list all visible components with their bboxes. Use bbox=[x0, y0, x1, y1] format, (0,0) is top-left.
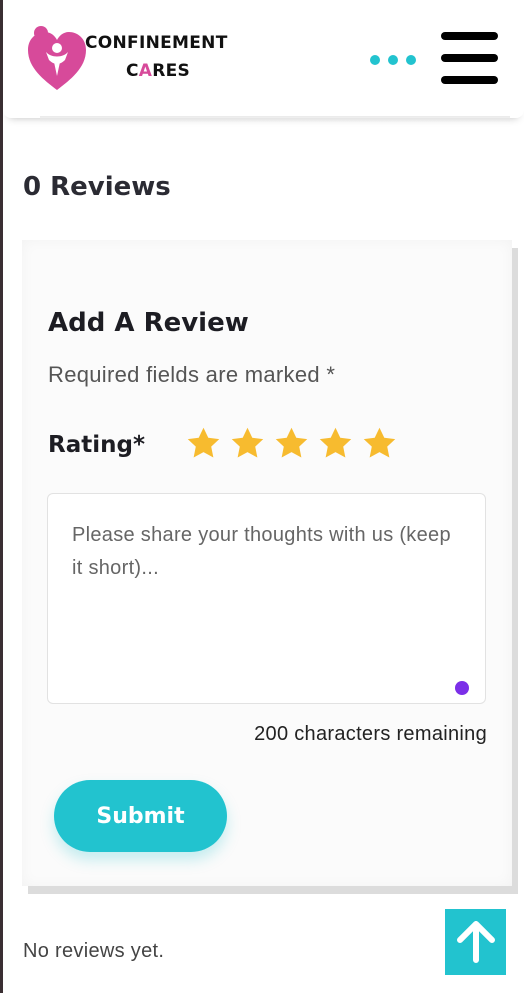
brand-line-2: CARES bbox=[126, 61, 191, 81]
star-icon[interactable] bbox=[185, 425, 222, 462]
rating-label: Rating* bbox=[48, 432, 145, 458]
page-left-edge bbox=[0, 0, 3, 993]
brand-line-1: CONFINEMENT bbox=[85, 33, 228, 53]
add-review-title: Add A Review bbox=[48, 308, 249, 338]
grammar-assistant-icon[interactable] bbox=[455, 681, 469, 695]
scroll-to-top-button[interactable] bbox=[445, 909, 506, 975]
star-rating[interactable] bbox=[185, 425, 398, 462]
review-textarea[interactable] bbox=[47, 493, 486, 704]
reviews-count-heading: 0 Reviews bbox=[23, 172, 171, 202]
star-icon[interactable] bbox=[317, 425, 354, 462]
star-icon[interactable] bbox=[361, 425, 398, 462]
hamburger-menu-icon[interactable] bbox=[441, 32, 498, 84]
brand-name[interactable]: CONFINEMENT CARES bbox=[85, 33, 235, 81]
star-icon[interactable] bbox=[273, 425, 310, 462]
heart-people-logo-icon[interactable] bbox=[24, 24, 90, 92]
star-icon[interactable] bbox=[229, 425, 266, 462]
header-shadow bbox=[40, 116, 510, 122]
submit-button[interactable]: Submit bbox=[54, 780, 227, 852]
characters-remaining: 200 characters remaining bbox=[254, 723, 487, 745]
no-reviews-text: No reviews yet. bbox=[23, 940, 165, 962]
arrow-up-icon bbox=[456, 921, 495, 963]
required-fields-note: Required fields are marked * bbox=[48, 362, 336, 387]
more-dots-icon[interactable] bbox=[370, 52, 416, 68]
